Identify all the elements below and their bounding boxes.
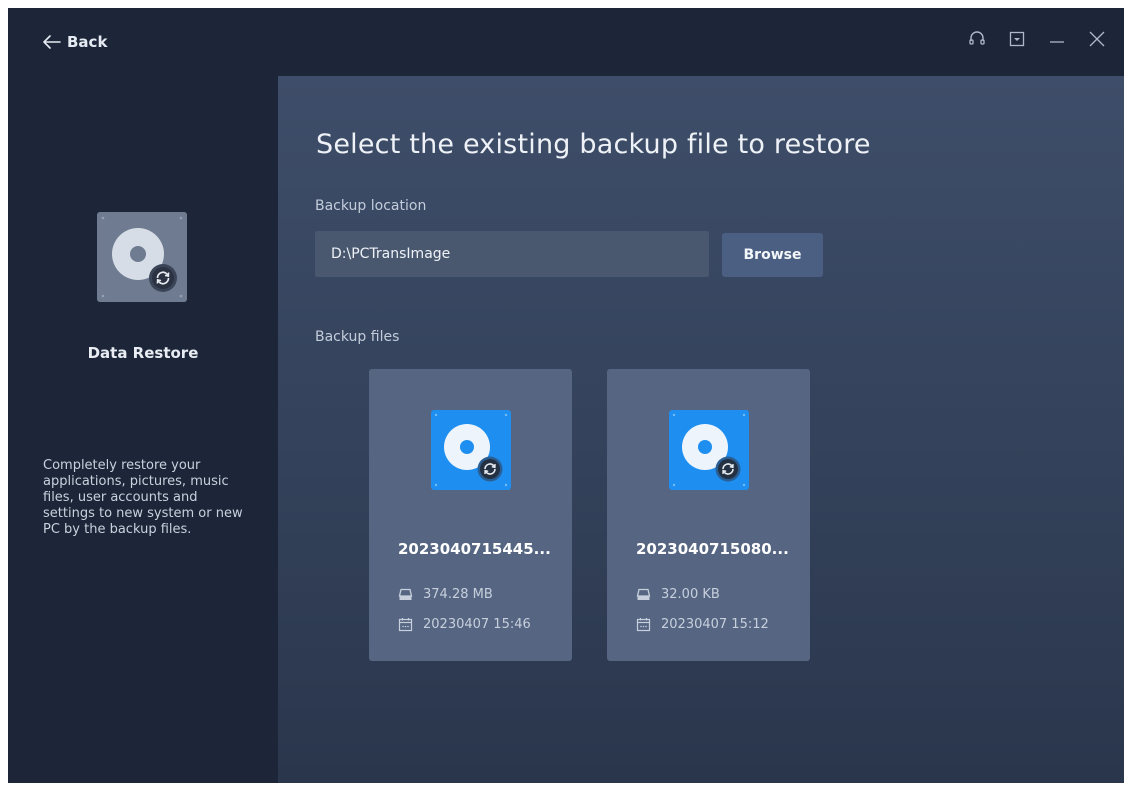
page-title: Select the existing backup file to resto… [316, 129, 871, 160]
minimize-button[interactable] [1048, 30, 1066, 48]
menu-button[interactable] [1008, 30, 1026, 48]
backup-file-date: 20230407 15:46 [398, 615, 531, 633]
dropdown-menu-icon [1009, 31, 1025, 47]
backup-file-name: 2023040715445... [398, 540, 551, 558]
headset-icon [969, 31, 985, 45]
backup-file-size: 374.28 MB [398, 585, 493, 603]
backup-file-size: 32.00 KB [636, 585, 720, 603]
drive-icon [398, 588, 413, 600]
drive-icon [636, 588, 651, 600]
backup-file-card[interactable]: 2023040715080... 32.00 KB 20230407 15:12 [607, 369, 810, 661]
disk-restore-icon [431, 410, 511, 490]
backup-file-card[interactable]: 2023040715445... 374.28 MB 20230407 15:4… [369, 369, 572, 661]
disk-restore-icon [97, 212, 187, 302]
sidebar-description: Completely restore your applications, pi… [43, 458, 243, 537]
backup-file-name: 2023040715080... [636, 540, 789, 558]
backup-location-label: Backup location [315, 198, 427, 214]
browse-button[interactable]: Browse [722, 233, 823, 277]
back-button[interactable]: Back [43, 31, 107, 53]
minimize-icon [1050, 41, 1064, 43]
backup-location-value: D:\PCTransImage [331, 246, 451, 262]
support-button[interactable] [968, 30, 986, 48]
title-bar: Back [8, 8, 1124, 76]
backup-files-label: Backup files [315, 329, 400, 345]
sidebar-title: Data Restore [87, 344, 199, 362]
close-button[interactable] [1088, 30, 1106, 48]
window-controls [968, 30, 1106, 48]
backup-file-date: 20230407 15:12 [636, 615, 769, 633]
backup-location-input[interactable]: D:\PCTransImage [315, 231, 709, 277]
back-label: Back [67, 33, 108, 51]
main-panel: Select the existing backup file to resto… [278, 76, 1124, 783]
calendar-icon [398, 617, 413, 631]
disk-restore-icon [669, 410, 749, 490]
app-window: Back Data Restore Completely restore you… [8, 8, 1124, 783]
close-icon [1089, 31, 1105, 47]
calendar-icon [636, 617, 651, 631]
backup-file-size-text: 374.28 MB [423, 586, 493, 602]
backup-file-date-text: 20230407 15:46 [423, 616, 531, 632]
backup-file-size-text: 32.00 KB [661, 586, 720, 602]
sidebar: Data Restore Completely restore your app… [8, 76, 278, 783]
backup-file-date-text: 20230407 15:12 [661, 616, 769, 632]
arrow-left-icon [43, 35, 61, 49]
